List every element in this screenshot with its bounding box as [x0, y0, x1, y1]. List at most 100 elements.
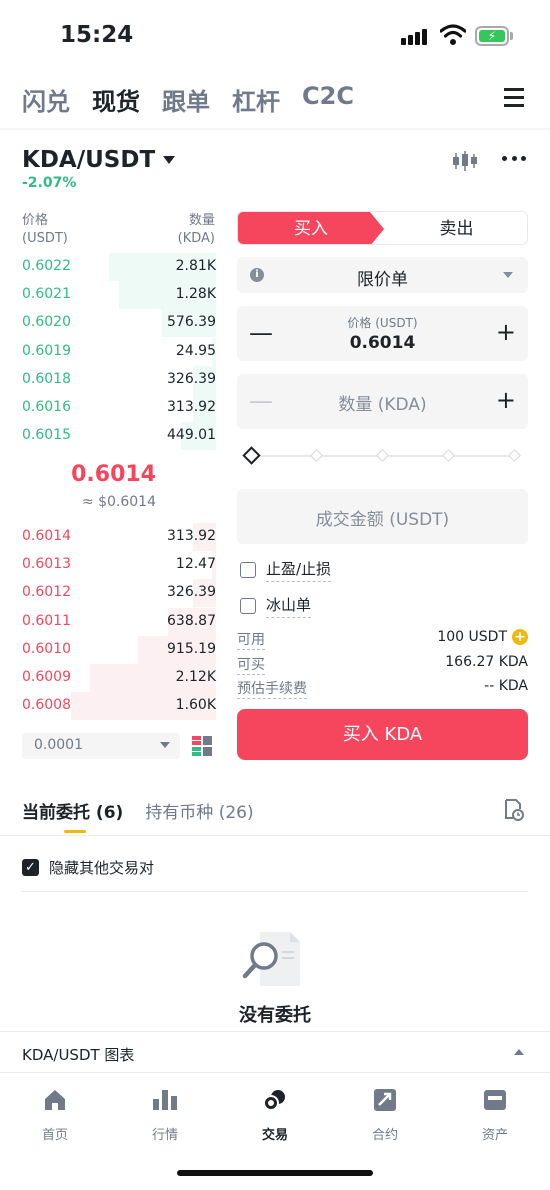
nav-markets-label: 行情 — [151, 1128, 178, 1143]
nav-home[interactable]: 首页 — [0, 1074, 110, 1154]
bid-row[interactable]: 0.6021 1.28K — [22, 281, 216, 310]
ask-row[interactable]: 0.6008 1.60K — [22, 692, 216, 721]
ask-row[interactable]: 0.6012 326.39 — [22, 579, 216, 608]
ask-price: 0.6012 — [22, 584, 71, 601]
pair-symbol: KDA/USDT — [22, 147, 156, 173]
orderbook-price-header: 价格 (USDT) — [22, 212, 68, 248]
bid-quantity: 24.95 — [175, 342, 216, 359]
slider-step-50[interactable] — [376, 449, 389, 462]
order-history-icon[interactable] — [504, 799, 524, 821]
ask-quantity: 915.19 — [167, 640, 216, 657]
orderbook-layout-icon[interactable] — [192, 736, 212, 756]
price-increase-button[interactable]: + — [496, 318, 516, 346]
menu-icon[interactable] — [504, 88, 524, 108]
slider-step-75[interactable] — [442, 449, 455, 462]
tab-c2c[interactable]: C2C — [302, 82, 354, 117]
tab-convert[interactable]: 闪兑 — [22, 82, 70, 117]
chart-toggle-bar[interactable]: KDA/USDT 图表 — [0, 1031, 550, 1073]
quantity-increase-button[interactable]: + — [496, 386, 516, 414]
nav-assets[interactable]: 资产 — [440, 1074, 550, 1154]
empty-search-icon — [242, 932, 300, 986]
candlestick-icon[interactable] — [452, 150, 478, 172]
iceberg-checkbox[interactable] — [240, 598, 256, 614]
bid-price: 0.6015 — [22, 427, 71, 444]
more-icon[interactable] — [502, 156, 526, 162]
ask-row[interactable]: 0.6010 915.19 — [22, 635, 216, 664]
divider — [22, 891, 528, 892]
precision-select[interactable]: 0.0001 — [22, 733, 180, 759]
nav-markets[interactable]: 行情 — [110, 1074, 220, 1154]
qty-header-label: 数量 — [188, 213, 215, 228]
bid-row[interactable]: 0.6019 24.95 — [22, 337, 216, 366]
price-input-value[interactable]: 0.6014 — [237, 333, 528, 353]
ask-price: 0.6011 — [22, 612, 71, 629]
tab-open-orders[interactable]: 当前委托 (6) — [22, 798, 123, 823]
bid-row[interactable]: 0.6016 313.92 — [22, 394, 216, 422]
hide-other-pairs-label: 隐藏其他交易对 — [49, 859, 155, 877]
bid-row[interactable]: 0.6015 449.01 — [22, 422, 216, 451]
ask-price: 0.6014 — [22, 528, 71, 544]
tpsl-label: 止盈/止损 — [266, 558, 332, 582]
caret-down-icon — [160, 742, 170, 748]
bid-quantity: 313.92 — [167, 399, 216, 415]
slider-step-100[interactable] — [508, 449, 521, 462]
ask-row[interactable]: 0.6011 638.87 — [22, 607, 216, 636]
slider-thumb[interactable] — [242, 446, 261, 465]
buy-button[interactable]: 买入 KDA — [237, 709, 528, 760]
ask-row[interactable]: 0.6014 313.92 — [22, 523, 216, 551]
mid-price[interactable]: 0.6014 — [22, 462, 156, 487]
home-indicator[interactable] — [177, 1170, 373, 1176]
home-icon — [45, 1090, 65, 1110]
price-input[interactable]: — 价格 (USDT) 0.6014 + — [237, 306, 528, 361]
hide-other-pairs-option[interactable]: ✓ 隐藏其他交易对 — [22, 857, 154, 878]
caret-up-icon — [514, 1049, 524, 1055]
bid-row[interactable]: 0.6020 576.39 — [22, 309, 216, 338]
amount-slider[interactable] — [242, 446, 521, 465]
add-funds-icon[interactable]: + — [512, 629, 528, 645]
bid-row[interactable]: 0.6022 2.81K — [22, 253, 216, 281]
ask-quantity: 12.47 — [175, 556, 216, 573]
quantity-placeholder: 数量 (KDA) — [338, 395, 427, 415]
can-buy-row: 可买 166.27 KDA — [237, 654, 528, 675]
total-amount-input[interactable]: 成交金额 (USDT) — [237, 489, 528, 544]
ask-quantity: 1.60K — [175, 697, 216, 714]
tab-spot[interactable]: 现货 — [92, 82, 140, 117]
bid-row[interactable]: 0.6018 326.39 — [22, 365, 216, 394]
fee-row: 预估手续费 -- KDA — [237, 678, 528, 699]
price-header-unit: (USDT) — [22, 231, 68, 246]
buy-tab[interactable]: 买入 — [238, 212, 384, 244]
qty-header-unit: (KDA) — [177, 231, 215, 246]
bid-price: 0.6020 — [22, 314, 71, 331]
tpsl-checkbox[interactable] — [240, 562, 256, 578]
bid-quantity: 449.01 — [167, 427, 216, 444]
nav-futures[interactable]: 合约 — [330, 1074, 440, 1154]
ask-row[interactable]: 0.6013 12.47 — [22, 551, 216, 580]
pair-selector[interactable]: KDA/USDT — [22, 147, 176, 173]
quantity-input[interactable]: — 数量 (KDA) + — [237, 374, 528, 429]
price-change: -2.07% — [22, 175, 77, 191]
tab-margin[interactable]: 杠杆 — [232, 82, 280, 117]
wifi-icon — [440, 24, 466, 45]
markets-icon — [153, 1090, 177, 1110]
nav-trade[interactable]: 交易 — [220, 1074, 330, 1154]
tpsl-option[interactable]: 止盈/止损 — [240, 558, 332, 582]
sell-tab[interactable]: 卖出 — [384, 212, 527, 244]
iceberg-option[interactable]: 冰山单 — [240, 594, 312, 618]
bid-price: 0.6018 — [22, 370, 71, 387]
nav-home-label: 首页 — [41, 1128, 68, 1143]
tab-copy-trading[interactable]: 跟单 — [162, 82, 210, 117]
bid-quantity: 326.39 — [167, 370, 216, 387]
hide-other-pairs-checkbox[interactable]: ✓ — [22, 859, 39, 876]
bid-price: 0.6022 — [22, 258, 71, 274]
nav-trade-label: 交易 — [261, 1128, 288, 1143]
tab-holdings[interactable]: 持有币种 (26) — [145, 798, 253, 823]
ask-row[interactable]: 0.6009 2.12K — [22, 664, 216, 692]
trade-icon — [263, 1090, 285, 1111]
slider-step-25[interactable] — [310, 449, 323, 462]
ask-quantity: 313.92 — [167, 528, 216, 544]
empty-orders-text: 没有委托 — [239, 1005, 311, 1026]
fee-value: -- KDA — [484, 678, 528, 694]
ask-quantity: 2.12K — [175, 669, 216, 685]
ask-price: 0.6009 — [22, 669, 71, 685]
order-type-select[interactable]: i 限价单 — [237, 257, 528, 293]
